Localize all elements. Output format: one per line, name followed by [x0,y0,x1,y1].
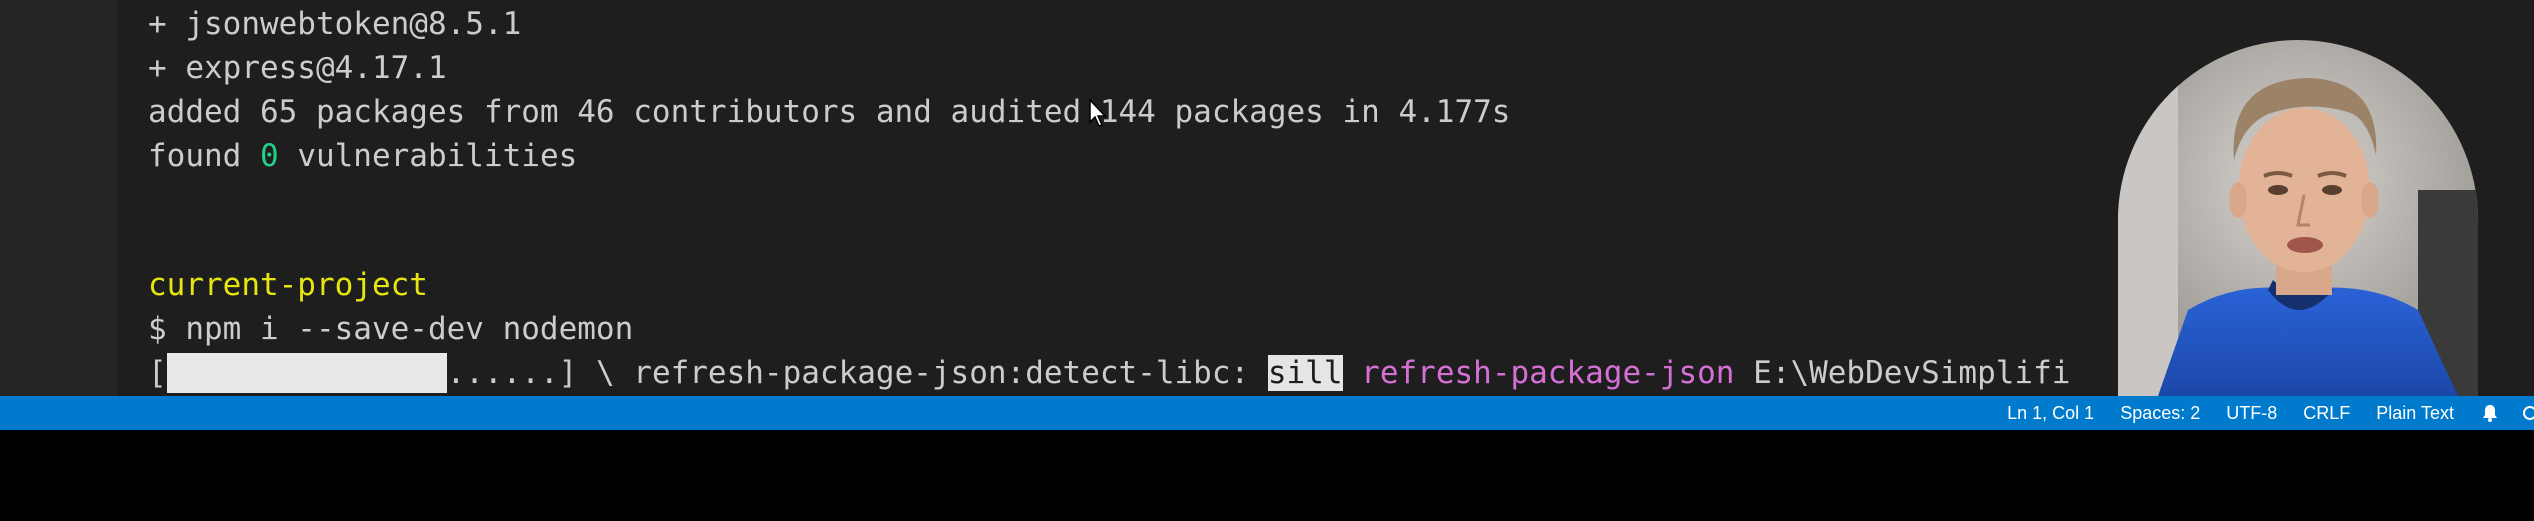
bell-icon[interactable] [2480,403,2500,423]
letterbox-band [0,430,2534,521]
log-level-badge: sill [1267,355,1343,391]
editor-gutter [0,0,118,396]
status-bar: Ln 1, Col 1 Spaces: 2 UTF-8 CRLF Plain T… [0,396,2534,430]
terminal-progress-line: [ ......] \ refresh-package-json:detect-… [148,353,2313,393]
feedback-icon[interactable] [2520,403,2534,423]
found-prefix: found [148,138,260,174]
found-suffix: vulnerabilities [278,138,578,174]
encoding-status[interactable]: UTF-8 [2226,403,2277,424]
progress-open-bracket: [ [148,355,167,391]
video-frame: + jsonwebtoken@8.5.1 + express@4.17.1 ad… [0,0,2534,521]
terminal-line-summary: added 65 packages from 46 contributors a… [148,94,1511,130]
progress-dots: ...... [446,355,559,391]
log-name: refresh-package-json [1361,355,1735,391]
cursor-position-status[interactable]: Ln 1, Col 1 [2007,403,2094,424]
terminal-project-name: current-project [148,267,428,303]
mouse-pointer-icon [1089,98,1107,127]
terminal-command: $ npm i --save-dev nodemon [148,311,634,347]
language-mode-status[interactable]: Plain Text [2376,403,2454,424]
terminal-line-vulnerabilities: found 0 vulnerabilities [148,136,577,176]
webcam-overlay [2118,40,2478,396]
line-ending-status[interactable]: CRLF [2303,403,2350,424]
terminal-line-jsonwebtoken: + jsonwebtoken@8.5.1 [148,6,522,42]
terminal-panel[interactable]: + jsonwebtoken@8.5.1 + express@4.17.1 ad… [0,0,2534,396]
indentation-status[interactable]: Spaces: 2 [2120,403,2200,424]
progress-status: ] \ refresh-package-json:detect-libc: [558,355,1268,391]
status-bar-right: Ln 1, Col 1 Spaces: 2 UTF-8 CRLF Plain T… [2007,396,2534,430]
progress-bar-fill [166,353,447,393]
vulnerability-count: 0 [259,138,279,174]
terminal-line-express: + express@4.17.1 [148,50,447,86]
